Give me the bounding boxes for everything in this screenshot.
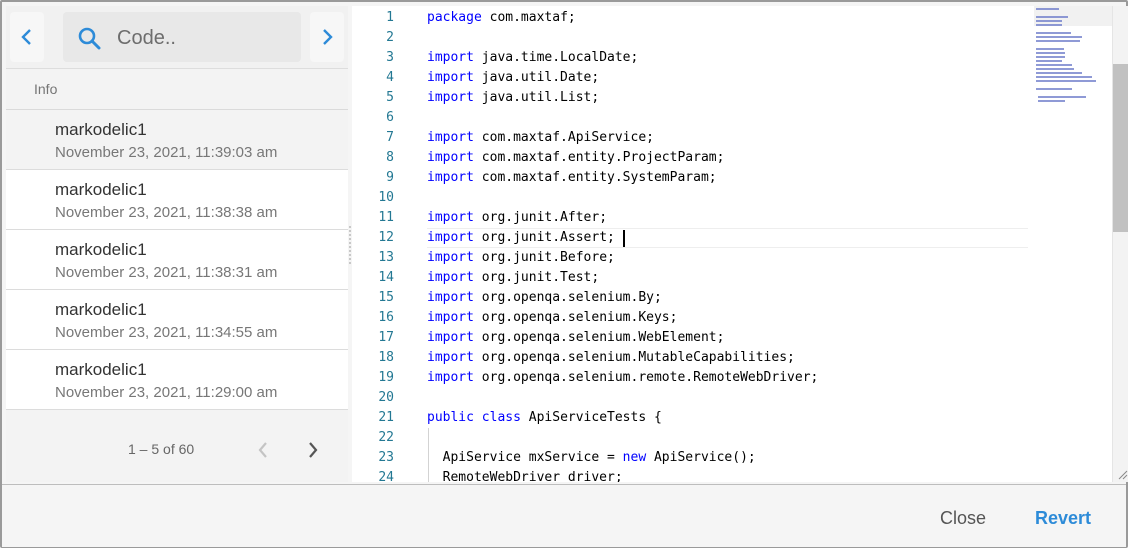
- history-item[interactable]: markodelic1 November 23, 2021, 11:38:38 a…: [6, 170, 348, 230]
- dialog-actions: Close Revert: [2, 484, 1126, 547]
- line-number: 5: [386, 90, 394, 105]
- line-number: 9: [386, 170, 394, 185]
- code-editor[interactable]: 1 2 3 4 5 6 7 8 9 10 11 12 13 14 15 16 17 18 19 20 21 22 23 24 …: [352, 6, 1128, 482]
- previous-page-button[interactable]: [253, 438, 273, 462]
- collapse-left-button[interactable]: [10, 12, 44, 62]
- code-line: import org.junit.Before;: [427, 250, 615, 265]
- code-line: public class ApiServiceTests {: [427, 410, 662, 425]
- code-line: import org.junit.After;: [427, 210, 608, 225]
- close-button[interactable]: Close: [932, 503, 994, 533]
- line-number: 12: [378, 230, 394, 245]
- line-number: 11: [378, 210, 394, 225]
- search-icon: [78, 27, 101, 50]
- minimap[interactable]: [1034, 6, 1112, 116]
- code-line: package com.maxtaf;: [427, 10, 576, 25]
- line-number: 19: [378, 370, 394, 385]
- line-number: 7: [386, 130, 394, 145]
- expand-right-button[interactable]: [310, 12, 344, 62]
- next-page-button[interactable]: [303, 438, 323, 462]
- line-number: 1: [386, 10, 394, 25]
- code-line: import org.openqa.selenium.remote.Remote…: [427, 370, 819, 385]
- code-line: import com.maxtaf.entity.ProjectParam;: [427, 150, 725, 165]
- code-content[interactable]: package com.maxtaf; import java.time.Loca…: [427, 6, 1027, 482]
- history-panel: Info markodelic1 November 23, 2021, 11:39…: [6, 6, 348, 482]
- line-number: 13: [378, 250, 394, 265]
- code-line: import com.maxtaf.entity.SystemParam;: [427, 170, 717, 185]
- history-item[interactable]: markodelic1 November 23, 2021, 11:34:55 a…: [6, 290, 348, 350]
- line-number: 6: [386, 110, 394, 125]
- resize-handle-icon[interactable]: [1118, 470, 1128, 480]
- code-line: import java.util.Date;: [427, 70, 600, 85]
- line-number: 17: [378, 330, 394, 345]
- history-item-date: November 23, 2021, 11:38:38 am: [55, 204, 278, 221]
- line-number: 20: [378, 390, 394, 405]
- chevron-left-icon: [21, 29, 31, 45]
- code-line: import org.openqa.selenium.WebElement;: [427, 330, 725, 345]
- line-number: 18: [378, 350, 394, 365]
- history-item[interactable]: markodelic1 November 23, 2021, 11:38:31 a…: [6, 230, 348, 290]
- code-line: import org.openqa.selenium.By;: [427, 290, 662, 305]
- chevron-right-icon: [323, 29, 333, 45]
- line-number: 14: [378, 270, 394, 285]
- line-number: 24: [378, 470, 394, 482]
- search-box: [63, 12, 301, 62]
- code-line: RemoteWebDriver driver;: [427, 470, 623, 482]
- code-line: import org.openqa.selenium.Keys;: [427, 310, 678, 325]
- line-number: 21: [378, 410, 394, 425]
- list-header: Info: [6, 69, 348, 110]
- code-line: import com.maxtaf.ApiService;: [427, 130, 654, 145]
- code-line: import java.util.List;: [427, 90, 600, 105]
- history-item-user: markodelic1: [55, 180, 147, 199]
- history-list: markodelic1 November 23, 2021, 11:39:03 a…: [6, 110, 348, 410]
- chevron-left-icon: [258, 442, 267, 458]
- line-number: 8: [386, 150, 394, 165]
- history-item-date: November 23, 2021, 11:34:55 am: [55, 324, 278, 341]
- code-line: import org.junit.Test;: [427, 270, 600, 285]
- history-dialog: Info markodelic1 November 23, 2021, 11:39…: [0, 0, 1128, 548]
- history-item[interactable]: markodelic1 November 23, 2021, 11:29:00 a…: [6, 350, 348, 410]
- history-item-date: November 23, 2021, 11:39:03 am: [55, 144, 278, 161]
- history-item-date: November 23, 2021, 11:29:00 am: [55, 384, 278, 401]
- history-item-user: markodelic1: [55, 300, 147, 319]
- indent-guide: [428, 428, 429, 482]
- code-line: ApiService mxService = new ApiService();: [427, 450, 756, 465]
- history-item-date: November 23, 2021, 11:38:31 am: [55, 264, 278, 281]
- history-item-user: markodelic1: [55, 360, 147, 379]
- paginator: 1 – 5 of 60: [6, 414, 348, 482]
- line-number: 10: [378, 190, 394, 205]
- line-number-gutter: 1 2 3 4 5 6 7 8 9 10 11 12 13 14 15 16 17 18 19 20 21 22 23 24: [352, 6, 414, 482]
- text-cursor: [623, 230, 625, 247]
- search-input[interactable]: [115, 22, 295, 54]
- line-number: 4: [386, 70, 394, 85]
- line-number: 23: [378, 450, 394, 465]
- line-number: 2: [386, 30, 394, 45]
- line-number: 22: [378, 430, 394, 445]
- history-item-user: markodelic1: [55, 120, 147, 139]
- code-line: import org.openqa.selenium.MutableCapabi…: [427, 350, 795, 365]
- chevron-right-icon: [309, 442, 318, 458]
- line-number: 3: [386, 50, 394, 65]
- code-line: import org.junit.Assert;: [427, 230, 615, 245]
- revert-button[interactable]: Revert: [1027, 503, 1099, 533]
- history-item-user: markodelic1: [55, 240, 147, 259]
- line-number: 16: [378, 310, 394, 325]
- history-item[interactable]: markodelic1 November 23, 2021, 11:39:03 a…: [6, 110, 348, 170]
- history-toolbar: [6, 6, 348, 69]
- code-line: import java.time.LocalDate;: [427, 50, 639, 65]
- line-number: 15: [378, 290, 394, 305]
- page-range: 1 – 5 of 60: [128, 441, 195, 457]
- scrollbar-thumb[interactable]: [1113, 64, 1128, 232]
